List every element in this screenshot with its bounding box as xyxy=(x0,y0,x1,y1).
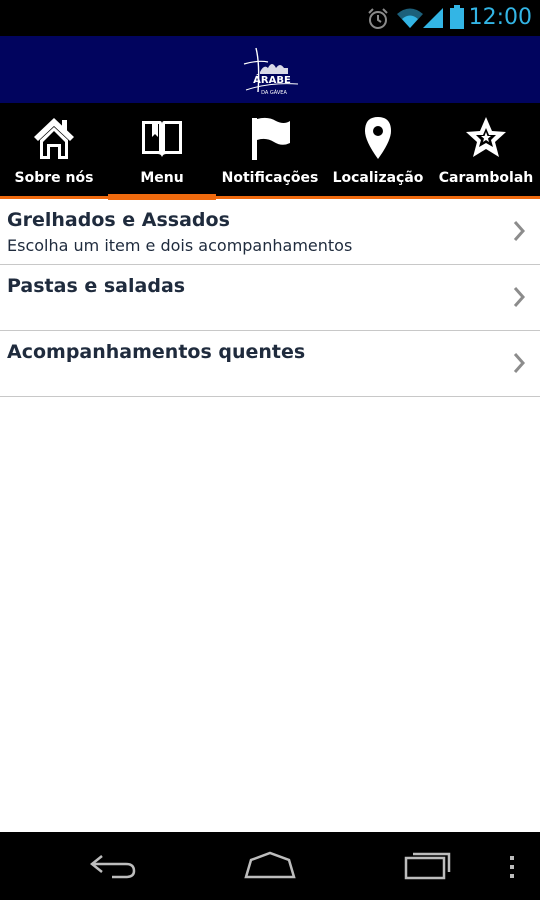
arabe-da-gavea-logo: ÁRABE DA GÁVEA xyxy=(243,47,299,96)
flag-icon xyxy=(252,117,290,160)
list-item[interactable]: Grelhados e Assados Escolha um item e do… xyxy=(0,199,540,265)
tab-label: Sobre nós xyxy=(14,170,94,186)
list-item-subtitle: Escolha um item e dois acompanhamentos xyxy=(7,236,353,255)
alarm-icon xyxy=(368,8,388,29)
star-icon xyxy=(466,117,506,157)
list-item[interactable]: Acompanhamentos quentes xyxy=(0,331,540,397)
tab-label: Notificações xyxy=(221,170,319,186)
recent-apps-icon[interactable] xyxy=(403,846,455,882)
tab-notificacoes[interactable]: Notificações xyxy=(216,103,324,197)
chevron-right-icon xyxy=(513,221,526,241)
status-bar: 12:00 xyxy=(0,0,540,36)
list-item-title: Pastas e saladas xyxy=(7,275,186,297)
tab-menu[interactable]: Menu xyxy=(108,103,216,200)
chevron-right-icon xyxy=(513,353,526,373)
svg-text:DA GÁVEA: DA GÁVEA xyxy=(261,89,287,96)
status-clock: 12:00 xyxy=(468,5,532,30)
menu-list: Grelhados e Assados Escolha um item e do… xyxy=(0,199,540,397)
book-icon xyxy=(142,121,182,157)
list-item-title: Grelhados e Assados xyxy=(7,209,230,231)
home-icon xyxy=(34,118,74,159)
location-pin-icon xyxy=(365,117,391,159)
back-icon[interactable] xyxy=(88,850,138,880)
signal-icon xyxy=(423,8,443,28)
tab-carambolah[interactable]: Carambolah xyxy=(432,103,540,197)
battery-icon xyxy=(450,5,464,29)
app-header: ÁRABE DA GÁVEA xyxy=(0,36,540,103)
tab-label: Localização xyxy=(332,170,424,186)
tab-bar: Sobre nós Menu Notificações Localização xyxy=(0,103,540,200)
list-item-title: Acompanhamentos quentes xyxy=(7,341,306,363)
tab-sobre-nos[interactable]: Sobre nós xyxy=(0,103,108,197)
chevron-right-icon xyxy=(513,287,526,307)
list-item[interactable]: Pastas e saladas xyxy=(0,265,540,331)
overflow-menu-icon[interactable] xyxy=(508,854,516,880)
tab-localizacao[interactable]: Localização xyxy=(324,103,432,197)
tab-label: Menu xyxy=(140,170,184,186)
tab-label: Carambolah xyxy=(438,170,534,186)
wifi-icon xyxy=(397,8,423,28)
system-nav-bar xyxy=(0,832,540,900)
home-nav-icon[interactable] xyxy=(243,850,297,880)
